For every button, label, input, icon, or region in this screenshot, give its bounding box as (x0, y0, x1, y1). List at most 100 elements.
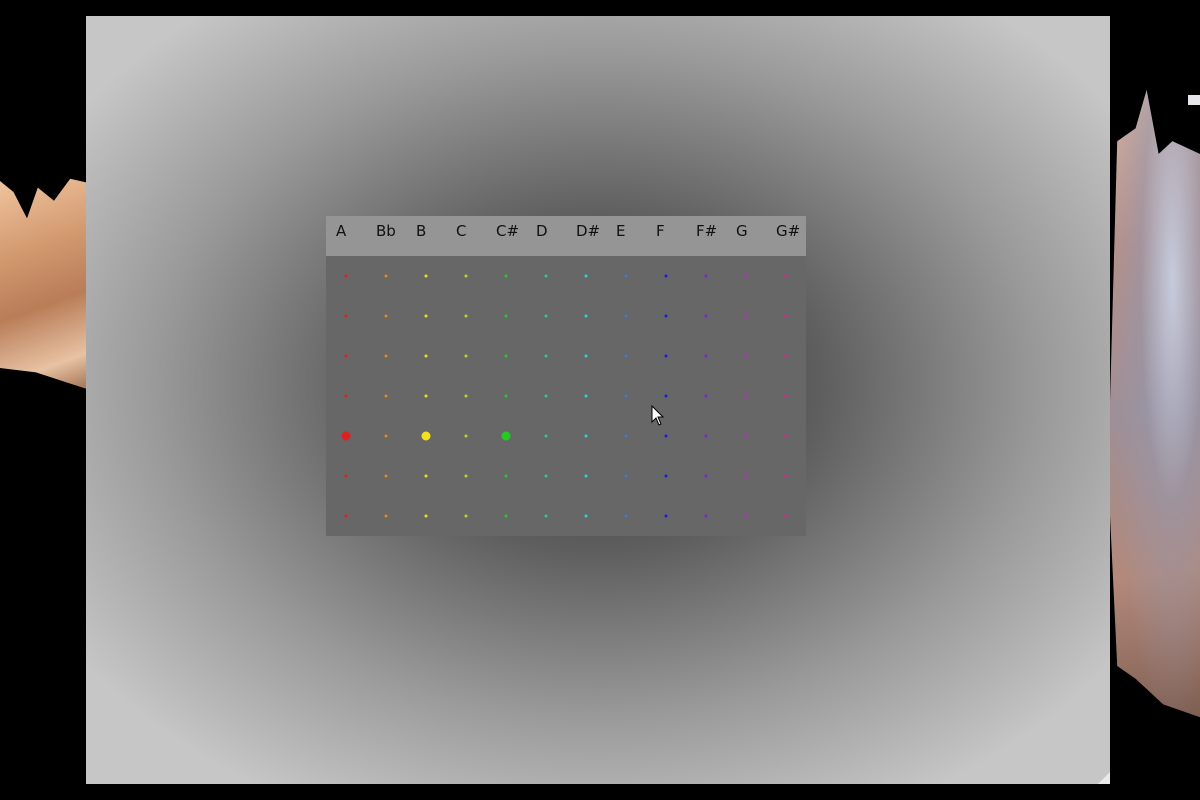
note-header-bar: A Bb B C C# D D# E F F# G G# (326, 216, 806, 256)
note-dot[interactable] (424, 474, 428, 478)
note-label-bb: Bb (376, 222, 396, 240)
note-dot[interactable] (704, 514, 708, 518)
note-dot[interactable] (464, 474, 468, 478)
note-dot[interactable] (424, 394, 428, 398)
note-dot[interactable] (664, 314, 668, 318)
note-dot[interactable] (744, 514, 748, 518)
note-dot[interactable] (584, 354, 588, 358)
note-dot[interactable] (664, 514, 668, 518)
note-dot[interactable] (504, 474, 508, 478)
note-dot[interactable] (784, 514, 788, 518)
note-label-d: D (536, 222, 548, 240)
note-dot[interactable] (784, 434, 788, 438)
note-dot[interactable] (784, 354, 788, 358)
note-dot[interactable] (584, 314, 588, 318)
note-dot[interactable] (624, 274, 628, 278)
note-dot[interactable] (344, 274, 348, 278)
note-dot[interactable] (584, 274, 588, 278)
note-dot[interactable] (344, 514, 348, 518)
note-dot[interactable] (504, 354, 508, 358)
note-label-a: A (336, 222, 347, 240)
note-label-c-sharp: C# (496, 222, 520, 240)
note-dot[interactable] (464, 274, 468, 278)
note-dot[interactable] (704, 434, 708, 438)
note-dot[interactable] (704, 274, 708, 278)
note-dot[interactable] (544, 394, 548, 398)
note-dot[interactable] (384, 274, 388, 278)
note-dot[interactable] (704, 474, 708, 478)
note-dot[interactable] (664, 274, 668, 278)
note-dot[interactable] (464, 394, 468, 398)
note-dot[interactable] (584, 474, 588, 478)
note-dot[interactable] (424, 514, 428, 518)
note-dot[interactable] (384, 314, 388, 318)
note-dot[interactable] (744, 394, 748, 398)
note-dot[interactable] (384, 434, 388, 438)
note-dot[interactable] (704, 314, 708, 318)
note-dot[interactable] (544, 434, 548, 438)
note-dot[interactable] (464, 314, 468, 318)
resize-grip[interactable] (1098, 772, 1110, 784)
note-dot[interactable] (384, 394, 388, 398)
note-dot[interactable] (664, 394, 668, 398)
note-dot[interactable] (384, 474, 388, 478)
active-note-dot[interactable] (341, 431, 351, 441)
note-label-b: B (416, 222, 427, 240)
note-dot[interactable] (664, 354, 668, 358)
note-dot[interactable] (704, 394, 708, 398)
note-dot[interactable] (544, 474, 548, 478)
note-dot[interactable] (784, 314, 788, 318)
mouse-cursor-icon (651, 405, 665, 426)
note-dot[interactable] (744, 314, 748, 318)
note-dot[interactable] (344, 474, 348, 478)
note-dot[interactable] (544, 354, 548, 358)
note-dot[interactable] (784, 394, 788, 398)
note-dot[interactable] (384, 514, 388, 518)
active-note-dot[interactable] (421, 431, 431, 441)
note-dot[interactable] (504, 514, 508, 518)
note-dot[interactable] (744, 474, 748, 478)
note-dot[interactable] (424, 354, 428, 358)
note-dot[interactable] (584, 434, 588, 438)
note-dot[interactable] (464, 514, 468, 518)
note-dot[interactable] (624, 434, 628, 438)
note-dot[interactable] (624, 474, 628, 478)
note-dot[interactable] (744, 434, 748, 438)
active-note-dot[interactable] (501, 431, 511, 441)
app-window: A Bb B C C# D D# E F F# G G# (86, 16, 1110, 784)
note-dot[interactable] (584, 394, 588, 398)
note-dot[interactable] (584, 514, 588, 518)
wallpaper-highlight (1188, 95, 1200, 105)
note-dot[interactable] (384, 354, 388, 358)
note-dot[interactable] (344, 314, 348, 318)
note-dot[interactable] (664, 434, 668, 438)
note-dot[interactable] (424, 314, 428, 318)
note-dot[interactable] (464, 354, 468, 358)
note-dot[interactable] (704, 354, 708, 358)
note-dot[interactable] (504, 394, 508, 398)
note-dot[interactable] (344, 354, 348, 358)
note-label-e: E (616, 222, 626, 240)
note-label-g: G (736, 222, 748, 240)
note-label-d-sharp: D# (576, 222, 601, 240)
wallpaper-feather-left (0, 178, 90, 390)
note-dot[interactable] (744, 274, 748, 278)
note-dot[interactable] (624, 314, 628, 318)
note-dot[interactable] (624, 394, 628, 398)
note-dot[interactable] (664, 474, 668, 478)
note-dot[interactable] (544, 274, 548, 278)
note-grid-panel[interactable]: A Bb B C C# D D# E F F# G G# (326, 216, 806, 536)
note-dot[interactable] (744, 354, 748, 358)
note-dot[interactable] (544, 514, 548, 518)
note-dot[interactable] (624, 354, 628, 358)
desktop: A Bb B C C# D D# E F F# G G# (0, 0, 1200, 800)
note-dot[interactable] (464, 434, 468, 438)
note-dot[interactable] (784, 274, 788, 278)
note-dot[interactable] (344, 394, 348, 398)
note-dot[interactable] (504, 274, 508, 278)
note-dot[interactable] (624, 514, 628, 518)
note-dot[interactable] (544, 314, 548, 318)
note-dot[interactable] (504, 314, 508, 318)
note-dot[interactable] (424, 274, 428, 278)
note-dot[interactable] (784, 474, 788, 478)
